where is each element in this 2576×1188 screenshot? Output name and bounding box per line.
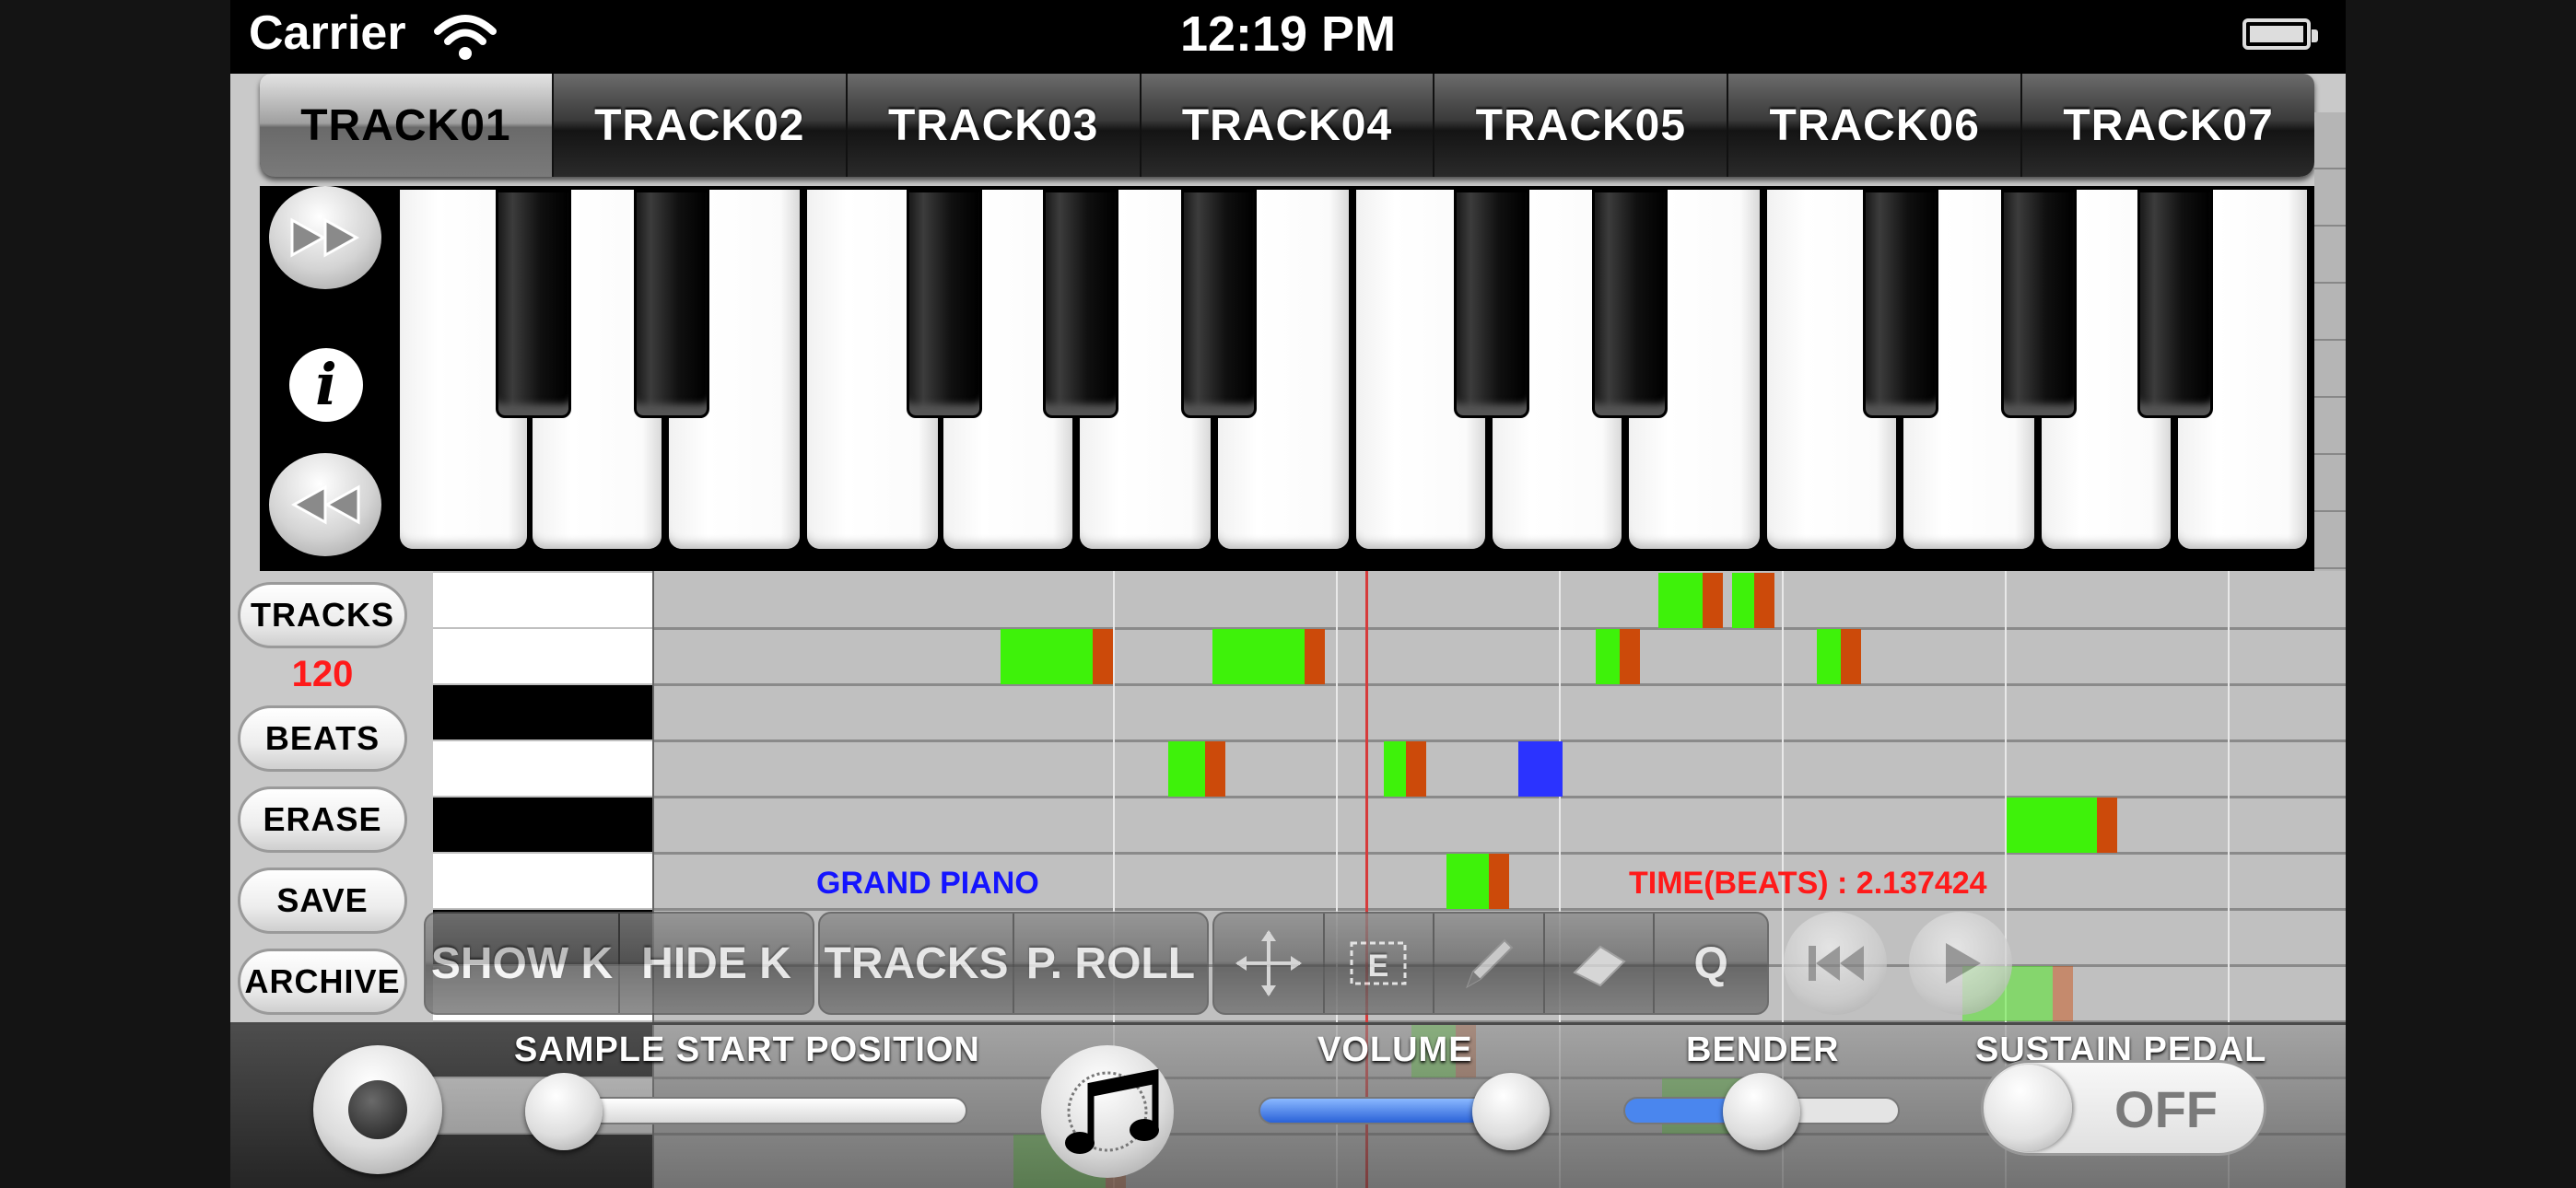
black-key[interactable]: [496, 190, 571, 418]
tab-track04[interactable]: TRACK04: [1142, 74, 1435, 177]
play-button[interactable]: [1909, 912, 2012, 1015]
note[interactable]: [1596, 629, 1640, 684]
fast-forward-icon: [290, 217, 360, 258]
bottom-control-bar: SAMPLE START POSITION VOLUME BENDER SUST…: [230, 1022, 2346, 1188]
carrier-label: Carrier: [249, 6, 406, 60]
tab-track05[interactable]: TRACK05: [1434, 74, 1729, 177]
note[interactable]: [1446, 854, 1509, 909]
select-box-icon: E: [1350, 941, 1407, 985]
keyboard-controls: i: [260, 186, 392, 571]
note[interactable]: [1658, 573, 1723, 628]
music-library-button[interactable]: [1041, 1045, 1174, 1178]
note[interactable]: [1384, 741, 1426, 797]
quantize-button[interactable]: Q: [1655, 914, 1767, 1013]
fast-forward-button[interactable]: [269, 186, 381, 289]
view-mode-group: TRACKS P. ROLL: [818, 912, 1209, 1015]
note[interactable]: [1212, 629, 1325, 684]
black-key[interactable]: [907, 190, 982, 418]
sample-start-slider-thumb[interactable]: [525, 1073, 603, 1150]
roll-key-white: [433, 854, 654, 908]
time-readout: TIME(BEATS) : 2.137424: [1629, 866, 1987, 901]
roll-key-black: [433, 685, 654, 740]
play-icon: [1946, 943, 1981, 984]
piano-keyboard[interactable]: [392, 186, 2314, 571]
battery-icon: [2242, 18, 2318, 50]
pencil-icon: [1466, 938, 1514, 989]
status-bar: Carrier 12:19 PM: [230, 0, 2346, 74]
black-key[interactable]: [2137, 190, 2213, 418]
track-tabs: TRACK01 TRACK02 TRACK03 TRACK04 TRACK05 …: [260, 74, 2314, 177]
piano-roll-button[interactable]: P. ROLL: [1014, 914, 1207, 1013]
side-panel: TRACKS 120 BEATS ERASE SAVE ARCHIVE: [230, 571, 433, 1022]
note[interactable]: [1001, 629, 1113, 684]
tab-track01[interactable]: TRACK01: [260, 74, 554, 177]
move-tool[interactable]: [1214, 914, 1325, 1013]
tab-track06[interactable]: TRACK06: [1728, 74, 2023, 177]
keyboard-view-group: SHOW K HIDE K: [424, 912, 814, 1015]
sustain-state: OFF: [2114, 1080, 2218, 1138]
note[interactable]: [2007, 798, 2117, 853]
record-button[interactable]: [313, 1045, 442, 1174]
info-icon[interactable]: i: [289, 348, 363, 422]
tab-track07[interactable]: TRACK07: [2022, 74, 2314, 177]
black-key[interactable]: [634, 190, 709, 418]
pencil-tool[interactable]: [1434, 914, 1545, 1013]
sustain-toggle-knob[interactable]: [1985, 1065, 2072, 1151]
show-keys-button[interactable]: SHOW K: [426, 914, 620, 1013]
tracks-view-button[interactable]: TRACKS: [820, 914, 1014, 1013]
move-icon: [1235, 930, 1302, 996]
tab-track03[interactable]: TRACK03: [848, 74, 1142, 177]
eraser-tool[interactable]: [1545, 914, 1656, 1013]
black-key[interactable]: [2001, 190, 2077, 418]
music-note-icon: [1065, 1068, 1159, 1154]
hide-keys-button[interactable]: HIDE K: [620, 914, 813, 1013]
tempo-readout: 120: [291, 654, 354, 694]
volume-label: VOLUME: [1317, 1031, 1473, 1069]
keyboard-scroll-edge: [2314, 112, 2346, 571]
roll-grid-line: [654, 740, 2346, 742]
roll-key-white: [433, 573, 654, 627]
sustain-pedal-toggle[interactable]: OFF: [1981, 1060, 2266, 1156]
selected-note[interactable]: [1518, 741, 1563, 797]
volume-slider-thumb[interactable]: [1472, 1073, 1550, 1150]
roll-grid-line: [654, 683, 2346, 686]
black-key[interactable]: [1454, 190, 1529, 418]
tracks-button[interactable]: TRACKS: [238, 582, 407, 648]
wifi-icon: [434, 15, 497, 60]
clock: 12:19 PM: [1179, 6, 1397, 62]
skip-back-button[interactable]: [1784, 912, 1887, 1015]
black-key[interactable]: [1592, 190, 1668, 418]
note[interactable]: [1817, 629, 1861, 684]
bender-slider-thumb[interactable]: [1723, 1073, 1800, 1150]
roll-key-black: [433, 798, 654, 852]
app-screen: Carrier 12:19 PM TRACK01 TRACK02 TRACK03…: [230, 0, 2346, 1188]
select-tool[interactable]: E: [1325, 914, 1435, 1013]
instrument-name: GRAND PIANO: [816, 866, 1039, 901]
roll-key-white: [433, 629, 654, 683]
roll-grid-line: [654, 627, 2346, 630]
bender-label: BENDER: [1686, 1031, 1840, 1069]
rewind-button[interactable]: [269, 453, 381, 556]
black-key[interactable]: [1181, 190, 1257, 418]
svg-text:E: E: [1368, 949, 1389, 984]
eraser-icon: [1572, 945, 1626, 987]
sample-start-label: SAMPLE START POSITION: [514, 1031, 980, 1069]
archive-button[interactable]: ARCHIVE: [238, 949, 407, 1015]
tab-track02[interactable]: TRACK02: [554, 74, 848, 177]
edit-tools-group: E Q: [1212, 912, 1769, 1015]
black-key[interactable]: [1043, 190, 1118, 418]
skip-back-icon: [1809, 946, 1864, 981]
note[interactable]: [1732, 573, 1774, 628]
black-key[interactable]: [1863, 190, 1938, 418]
note[interactable]: [1168, 741, 1225, 797]
keyboard-area: TRACK01 TRACK02 TRACK03 TRACK04 TRACK05 …: [230, 74, 2346, 571]
beats-button[interactable]: BEATS: [238, 705, 407, 772]
erase-button[interactable]: ERASE: [238, 786, 407, 853]
save-button[interactable]: SAVE: [238, 868, 407, 934]
rewind-icon: [290, 484, 360, 525]
roll-key-white: [433, 741, 654, 796]
